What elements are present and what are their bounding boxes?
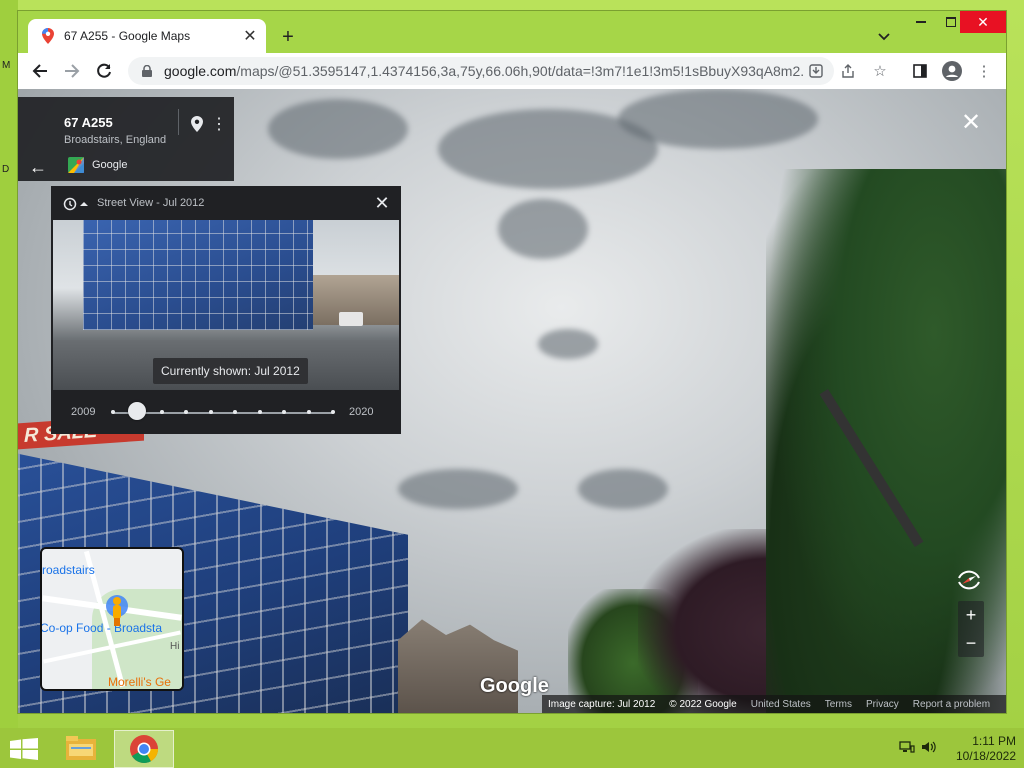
zoom-in-button[interactable]: + xyxy=(958,601,984,629)
bookmark-star-icon[interactable]: ☆ xyxy=(868,59,892,83)
network-icon[interactable] xyxy=(898,738,916,756)
address-bar[interactable]: google.com/maps/@51.3595147,1.4374156,3a… xyxy=(128,57,834,85)
clock-date: 10/18/2022 xyxy=(955,749,1016,763)
timeline-tick[interactable] xyxy=(233,410,238,414)
history-clock-icon[interactable] xyxy=(63,196,89,212)
copyright-text: © 2022 Google xyxy=(669,698,737,710)
preview-scaffold xyxy=(83,220,313,330)
share-icon[interactable] xyxy=(836,59,860,83)
tab-google-maps[interactable]: 67 A255 - Google Maps ✕ xyxy=(28,19,266,53)
cloud xyxy=(498,199,588,259)
map-footer: Image capture: Jul 2012 © 2022 Google Un… xyxy=(542,695,1006,713)
minimize-button[interactable] xyxy=(906,11,936,33)
cloud xyxy=(268,99,408,159)
file-explorer-taskbar-button[interactable] xyxy=(52,730,110,766)
compass-icon[interactable] xyxy=(954,565,984,595)
timeline-preview-image[interactable]: Currently shown: Jul 2012 xyxy=(53,220,399,390)
desktop-label-d: D xyxy=(2,164,10,175)
forward-arrow-icon[interactable] xyxy=(60,59,84,83)
back-to-map-icon[interactable]: ← xyxy=(28,157,48,177)
close-street-view-icon[interactable]: ✕ xyxy=(960,109,982,136)
url-text[interactable]: google.com/maps/@51.3595147,1.4374156,3a… xyxy=(164,63,804,79)
clock-time: 1:11 PM xyxy=(972,734,1016,748)
folder-icon xyxy=(66,736,96,760)
chrome-taskbar-button[interactable] xyxy=(114,730,174,768)
source-label: Google xyxy=(92,159,128,171)
street-view-canvas[interactable]: R SALE ✕ ← 67 A255 Broadstairs, England … xyxy=(18,89,1006,713)
more-options-icon[interactable]: ⋮ xyxy=(210,115,228,133)
currently-shown-tooltip: Currently shown: Jul 2012 xyxy=(153,358,308,384)
tab-title: 67 A255 - Google Maps xyxy=(64,29,191,43)
close-timeline-icon[interactable]: ✕ xyxy=(371,192,393,214)
report-problem-link[interactable]: Report a problem xyxy=(913,699,990,710)
mini-map[interactable]: roadstairs Co-op Food - Broadsta Morelli… xyxy=(40,547,184,691)
timeline-tick[interactable] xyxy=(306,410,311,414)
zoom-controls: + − xyxy=(958,601,984,657)
place-info-card: ← 67 A255 Broadstairs, England ⋮ Google xyxy=(18,97,234,181)
browser-menu-icon[interactable]: ⋮ xyxy=(972,59,996,83)
desktop-left-strip: M D xyxy=(0,0,18,730)
windows-start-icon[interactable] xyxy=(10,738,38,760)
place-name[interactable]: 67 A255 xyxy=(64,115,113,130)
timeline-end-year: 2020 xyxy=(349,406,374,418)
cloud xyxy=(618,89,818,149)
lock-icon[interactable] xyxy=(140,64,154,78)
card-divider xyxy=(178,109,179,135)
pegman-icon[interactable] xyxy=(104,593,130,629)
image-capture-date: Image capture: Jul 2012 xyxy=(548,698,656,710)
place-subtitle: Broadstairs, England xyxy=(64,134,167,146)
side-panel-icon[interactable] xyxy=(908,59,932,83)
timeline-start-year: 2009 xyxy=(71,406,96,418)
back-arrow-icon[interactable] xyxy=(28,59,52,83)
browser-window: 67 A255 - Google Maps ✕ + ✕ google.com/m… xyxy=(18,11,1006,713)
timeline-tick[interactable] xyxy=(184,410,189,414)
taskbar: 1:11 PM 10/18/2022 xyxy=(0,728,1024,768)
cloud xyxy=(398,469,518,509)
google-maps-logo-icon xyxy=(68,157,84,173)
window-close-button[interactable]: ✕ xyxy=(960,11,1006,33)
timeline-tick[interactable] xyxy=(111,410,115,414)
mini-map-label-town: roadstairs xyxy=(42,563,95,577)
street-view-timeline-panel: Street View - Jul 2012 ✕ Currently shown… xyxy=(51,186,401,434)
system-clock[interactable]: 1:11 PM 10/18/2022 xyxy=(944,734,1016,764)
profile-avatar-icon[interactable] xyxy=(940,59,964,83)
chrome-icon xyxy=(130,735,159,764)
mini-map-label-morellis: Morelli's Ge xyxy=(108,675,171,689)
new-tab-button[interactable]: + xyxy=(276,25,300,49)
tab-search-chevron-icon[interactable] xyxy=(874,27,894,47)
desktop-label-m: M xyxy=(2,60,11,71)
mini-map-label-road: Hi xyxy=(170,641,180,652)
timeline-tick[interactable] xyxy=(159,410,164,414)
tab-strip: 67 A255 - Google Maps ✕ + ✕ xyxy=(18,11,1006,53)
timeline-tick[interactable] xyxy=(282,410,287,414)
zoom-out-button[interactable]: − xyxy=(958,629,984,657)
google-maps-pin-icon xyxy=(40,28,56,44)
timeline-slider-knob[interactable] xyxy=(128,402,147,420)
timeline-header: Street View - Jul 2012 ✕ xyxy=(51,186,401,220)
browser-toolbar: google.com/maps/@51.3595147,1.4374156,3a… xyxy=(18,53,1006,89)
tab-close-icon[interactable]: ✕ xyxy=(240,26,260,46)
timeline-tick[interactable] xyxy=(257,410,262,414)
reload-icon[interactable] xyxy=(92,59,116,83)
timeline-title: Street View - Jul 2012 xyxy=(97,197,205,209)
cloud xyxy=(538,329,598,359)
timeline-track[interactable] xyxy=(111,410,335,414)
privacy-link[interactable]: Privacy xyxy=(866,699,899,710)
timeline-slider[interactable]: 2009 2020 xyxy=(51,390,401,434)
cloud xyxy=(578,469,668,509)
mini-map-label-coop: Co-op Food - Broadsta xyxy=(40,621,163,635)
terms-link[interactable]: Terms xyxy=(825,699,852,710)
preview-van xyxy=(339,312,363,326)
google-watermark: Google xyxy=(480,675,549,697)
region-link[interactable]: United States xyxy=(751,699,811,710)
volume-icon[interactable] xyxy=(920,738,938,756)
timeline-tick[interactable] xyxy=(208,410,213,414)
location-pin-icon[interactable] xyxy=(188,115,206,133)
timeline-tick[interactable] xyxy=(331,410,335,414)
install-app-icon[interactable] xyxy=(804,59,828,83)
